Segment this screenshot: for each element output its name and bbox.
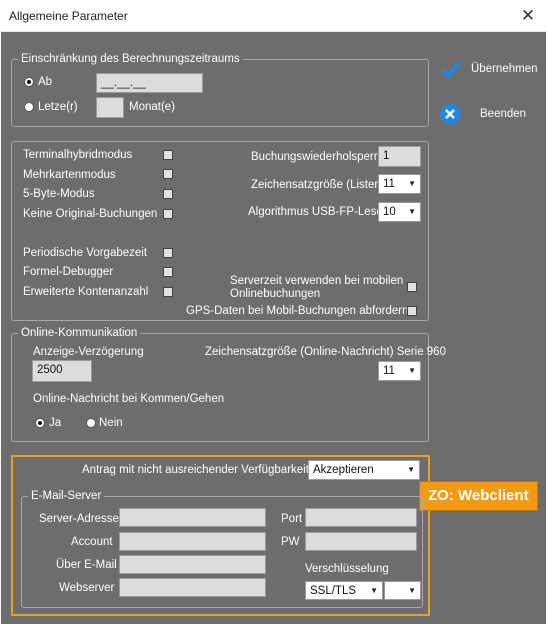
port-label: Port: [281, 513, 303, 525]
mehrkarten-label: Mehrkartenmodus: [23, 169, 116, 181]
verschl-select[interactable]: SSL/TLS ▼: [305, 581, 383, 600]
zeichensatz-online-select[interactable]: 11 ▼: [378, 361, 421, 381]
gps-checkbox[interactable]: [407, 306, 417, 316]
account-label: Account: [71, 536, 113, 548]
radio-letzte[interactable]: [24, 102, 34, 112]
buchungswiederholsperre-field[interactable]: 1: [378, 146, 421, 167]
terminalhybrid-checkbox[interactable]: [163, 150, 173, 160]
chevron-down-icon: ▼: [408, 179, 416, 188]
buchungswiederholsperre-label: Buchungswiederholsperre: [251, 151, 384, 163]
algorithmus-value: 10: [383, 206, 396, 218]
anzeige-field[interactable]: 2500: [32, 360, 92, 382]
verschl-select-2[interactable]: ▼: [384, 581, 421, 600]
chevron-down-icon: ▼: [408, 366, 416, 375]
dialog-body: Einschränkung des Berechnungszeitraums A…: [1, 32, 546, 624]
anzeige-label: Anzeige-Verzögerung: [33, 346, 144, 358]
serverzeit-label-line1: Serverzeit verwenden bei mobilen: [230, 275, 404, 287]
ueber-label: Über E-Mail: [56, 559, 117, 571]
erweiterte-konten-label: Erweiterte Kontenanzahl: [23, 286, 149, 298]
zeichensatz-listen-value: 11: [383, 178, 395, 190]
webserver-label: Webserver: [59, 582, 115, 594]
formel-debugger-checkbox[interactable]: [163, 267, 173, 277]
ueber-field[interactable]: [119, 555, 266, 574]
serverzeit-label-line2: Onlinebuchungen: [230, 288, 321, 300]
window-title: Allgemeine Parameter: [9, 9, 128, 23]
nein-label: Nein: [99, 417, 123, 429]
radio-nein[interactable]: [86, 418, 96, 428]
chevron-down-icon: ▼: [407, 465, 415, 474]
apply-button[interactable]: Übernehmen: [471, 63, 537, 75]
verschl-label: Verschlüsselung: [305, 563, 389, 575]
algorithmus-label: Algorithmus USB-FP-Leser: [248, 206, 387, 218]
keine-original-checkbox[interactable]: [163, 209, 173, 219]
chevron-down-icon: ▼: [370, 586, 378, 595]
antrag-label: Antrag mit nicht ausreichender Verfügbar…: [82, 464, 309, 476]
kommen-label: Online-Nachricht bei Kommen/Gehen: [33, 393, 225, 405]
chevron-down-icon: ▼: [408, 586, 416, 595]
webclient-badge: ZO: Webclient: [419, 481, 538, 511]
serverzeit-checkbox[interactable]: [407, 282, 417, 292]
monat-field[interactable]: [96, 97, 124, 118]
antrag-select[interactable]: Akzeptieren ▼: [308, 460, 420, 480]
online-legend: Online-Kommunikation: [18, 326, 141, 340]
cancel-circle-icon[interactable]: [439, 103, 461, 125]
server-field[interactable]: [119, 508, 266, 527]
radio-ja[interactable]: [35, 418, 45, 428]
ja-label: Ja: [49, 417, 62, 429]
zeichensatz-online-label: Zeichensatzgröße (Online-Nachricht) Seri…: [205, 346, 446, 358]
exit-button[interactable]: Beenden: [480, 108, 526, 120]
monat-label: Monat(e): [129, 101, 176, 113]
five-byte-checkbox[interactable]: [163, 189, 173, 199]
chevron-down-icon: ▼: [408, 207, 416, 216]
letzte-label: Letze(r): [38, 101, 78, 113]
algorithmus-select[interactable]: 10 ▼: [378, 202, 421, 222]
formel-debugger-label: Formel-Debugger: [23, 266, 114, 278]
verschl-value: SSL/TLS: [310, 585, 357, 597]
webserver-field[interactable]: [119, 578, 266, 597]
terminalhybrid-label: Terminalhybridmodus: [23, 149, 133, 161]
pw-label: PW: [281, 536, 300, 548]
title-bar: Allgemeine Parameter ✕: [0, 0, 547, 32]
close-icon[interactable]: ✕: [515, 4, 541, 28]
periodische-checkbox[interactable]: [163, 248, 173, 258]
antrag-value: Akzeptieren: [313, 464, 374, 476]
erweiterte-konten-checkbox[interactable]: [163, 287, 173, 297]
pw-field[interactable]: [305, 532, 417, 551]
checkmark-icon[interactable]: [441, 61, 461, 79]
period-group: Einschränkung des Berechnungszeitraums: [11, 52, 429, 127]
server-label: Server-Adresse: [39, 513, 119, 525]
ab-label: Ab: [38, 76, 53, 88]
periodische-label: Periodische Vorgabezeit: [23, 247, 148, 259]
ab-date-field[interactable]: __.__.__: [96, 73, 203, 93]
email-legend: E-Mail-Server: [28, 489, 105, 503]
five-byte-label: 5-Byte-Modus: [23, 188, 95, 200]
mehrkarten-checkbox[interactable]: [163, 169, 173, 179]
zeichensatz-online-value: 11: [383, 365, 395, 377]
zeichensatz-listen-select[interactable]: 11 ▼: [378, 174, 421, 194]
period-legend: Einschränkung des Berechnungszeitraums: [18, 52, 243, 66]
radio-ab[interactable]: [24, 77, 34, 87]
port-field[interactable]: [305, 508, 417, 527]
gps-label: GPS-Daten bei Mobil-Buchungen abfordern: [186, 305, 409, 317]
account-field[interactable]: [119, 532, 266, 551]
keine-original-label: Keine Original-Buchungen: [23, 208, 158, 220]
zeichensatz-listen-label: Zeichensatzgröße (Listen): [251, 179, 385, 191]
